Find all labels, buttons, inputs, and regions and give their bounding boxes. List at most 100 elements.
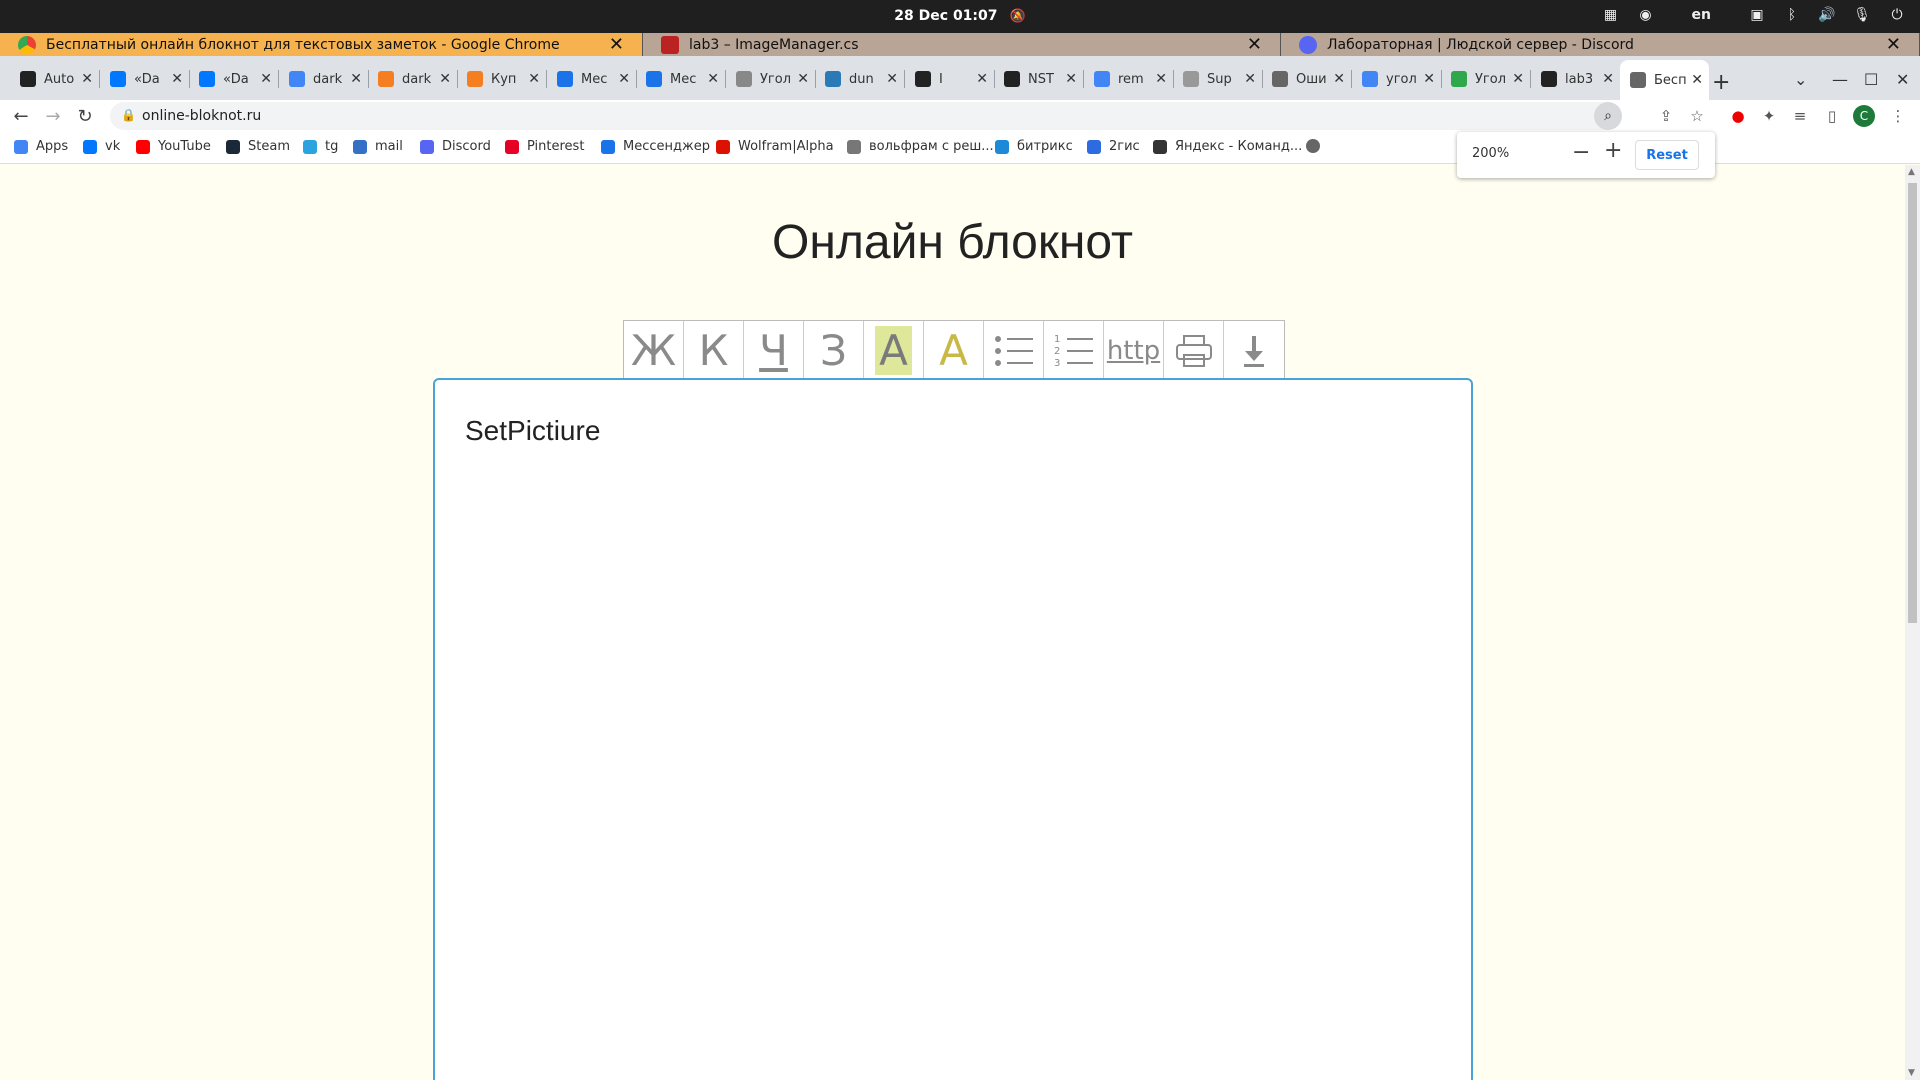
tab-close-icon[interactable]: ✕: [81, 71, 93, 87]
zoom-out-button[interactable]: −: [1572, 140, 1590, 165]
zoom-reset-button[interactable]: Reset: [1635, 140, 1699, 170]
bookmark-tg[interactable]: tg: [303, 139, 338, 154]
bold-button[interactable]: Ж: [624, 321, 684, 380]
bookmark-2гис[interactable]: 2гис: [1087, 139, 1140, 154]
tab-16[interactable]: Угол ✕: [1441, 66, 1531, 92]
tab-7[interactable]: Мес ✕: [636, 66, 726, 92]
bookmark-vk[interactable]: vk: [83, 139, 120, 154]
link-button[interactable]: http: [1104, 321, 1164, 380]
zoom-in-button[interactable]: +: [1604, 138, 1622, 163]
tab-close-icon[interactable]: ✕: [707, 71, 719, 87]
tab-close-icon[interactable]: ✕: [171, 71, 183, 87]
tab-close-icon[interactable]: ✕: [976, 71, 988, 87]
tab-15[interactable]: угол ✕: [1352, 66, 1442, 92]
new-tab-button[interactable]: +: [1712, 70, 1730, 95]
bookmark-mail[interactable]: mail: [353, 139, 403, 154]
strikethrough-button[interactable]: З: [804, 321, 864, 380]
avatar[interactable]: C: [1852, 104, 1876, 128]
bookmark-discord[interactable]: Discord: [420, 139, 491, 154]
editor-text[interactable]: SetPictiure: [465, 415, 600, 447]
calendar-icon[interactable]: ▣: [1748, 6, 1766, 24]
scroll-down-icon[interactable]: ▼: [1908, 1068, 1915, 1078]
opera-extension-icon[interactable]: ●: [1726, 104, 1750, 128]
bookmark-вольфрам-с-реш-[interactable]: вольфрам с реш...: [847, 139, 994, 154]
tab-close-icon[interactable]: ✕: [1602, 71, 1614, 87]
microphone-icon[interactable]: 🎙: [1853, 6, 1871, 24]
bluetooth-icon[interactable]: ᛒ: [1783, 6, 1801, 24]
print-button[interactable]: [1164, 321, 1224, 380]
tab-13[interactable]: Sup ✕: [1173, 66, 1263, 92]
tab-8[interactable]: Угол ✕: [726, 66, 816, 92]
bookmark-pinterest[interactable]: Pinterest: [505, 139, 584, 154]
numbered-list-button[interactable]: 123: [1044, 321, 1104, 380]
forward-icon[interactable]: →: [41, 104, 65, 128]
scroll-thumb[interactable]: [1908, 183, 1917, 623]
tab-10[interactable]: I ✕: [905, 66, 995, 92]
reload-icon[interactable]: ↻: [73, 104, 97, 128]
tab-close-icon[interactable]: ✕: [1244, 71, 1256, 87]
window-close-icon[interactable]: ✕: [1896, 70, 1909, 89]
tab-close-icon[interactable]: ✕: [1423, 71, 1435, 87]
tab-11[interactable]: NST ✕: [994, 66, 1084, 92]
address-bar[interactable]: 🔒 online-bloknot.ru ⌕: [110, 102, 1622, 130]
tab-9[interactable]: dun ✕: [815, 66, 905, 92]
bookmark-steam[interactable]: Steam: [226, 139, 290, 154]
bookmark-битрикс[interactable]: битрикс: [995, 139, 1073, 154]
share-icon[interactable]: ⇪: [1654, 104, 1678, 128]
tab-1[interactable]: «Da ✕: [100, 66, 190, 92]
extensions-icon[interactable]: ✦: [1757, 104, 1781, 128]
window-chrome[interactable]: Бесплатный онлайн блокнот для текстовых …: [0, 33, 643, 56]
layout-icon[interactable]: ▦: [1602, 6, 1620, 24]
url-text[interactable]: online-bloknot.ru: [142, 108, 261, 124]
scroll-up-icon[interactable]: ▲: [1908, 167, 1915, 177]
tab-close-icon[interactable]: ✕: [1333, 71, 1345, 87]
tab-14[interactable]: Оши ✕: [1262, 66, 1352, 92]
tab-close-icon[interactable]: ✕: [886, 71, 898, 87]
bookmark-youtube[interactable]: YouTube: [136, 139, 211, 154]
media-queue-icon[interactable]: ≡: [1788, 104, 1812, 128]
zoom-icon[interactable]: ⌕: [1594, 102, 1622, 130]
bullet-list-button[interactable]: [984, 321, 1044, 380]
keyboard-layout[interactable]: en: [1692, 6, 1711, 24]
tab-0[interactable]: Auto ✕: [10, 66, 100, 92]
window-rider[interactable]: lab3 – ImageManager.cs ✕: [643, 33, 1281, 56]
volume-icon[interactable]: 🔊: [1818, 6, 1836, 24]
page-scrollbar[interactable]: ▲ ▼: [1905, 165, 1920, 1080]
highlight-button[interactable]: A: [864, 321, 924, 380]
bookmark-яндекс-команд-[interactable]: Яндекс - Команд...: [1153, 139, 1302, 154]
close-icon[interactable]: ✕: [1886, 34, 1901, 55]
bookmark-star-icon[interactable]: ☆: [1685, 104, 1709, 128]
lock-icon[interactable]: 🔒: [121, 108, 136, 122]
tab-17[interactable]: lab3 ✕: [1531, 66, 1620, 92]
tab-close-icon[interactable]: ✕: [797, 71, 809, 87]
tab-close-icon[interactable]: ✕: [439, 71, 451, 87]
tab-close-icon[interactable]: ✕: [1512, 71, 1524, 87]
minimize-icon[interactable]: —: [1832, 70, 1848, 89]
bookmark-globe[interactable]: [1306, 139, 1328, 153]
side-panel-icon[interactable]: ▯: [1820, 104, 1844, 128]
bookmark-wolfram-alpha[interactable]: Wolfram|Alpha: [716, 139, 834, 154]
maximize-icon[interactable]: ☐: [1864, 70, 1878, 89]
italic-button[interactable]: К: [684, 321, 744, 380]
tab-close-icon[interactable]: ✕: [260, 71, 272, 87]
close-icon[interactable]: ✕: [609, 34, 624, 55]
tab-close-icon[interactable]: ✕: [1065, 71, 1077, 87]
tab-3[interactable]: dark ✕: [279, 66, 369, 92]
back-icon[interactable]: ←: [9, 104, 33, 128]
tab-5[interactable]: Куп ✕: [457, 66, 547, 92]
bookmark-мессенджер[interactable]: Мессенджер: [601, 139, 710, 154]
discord-tray-icon[interactable]: ◉: [1637, 6, 1655, 24]
underline-button[interactable]: Ч: [744, 321, 804, 380]
tab-close-icon[interactable]: ✕: [350, 71, 362, 87]
tab-search-icon[interactable]: ⌄: [1794, 70, 1807, 89]
text-editor[interactable]: SetPictiure: [433, 378, 1473, 1080]
download-button[interactable]: [1224, 321, 1284, 380]
tab-18[interactable]: Бесп ✕: [1620, 60, 1709, 100]
tab-close-icon[interactable]: ✕: [1691, 72, 1703, 88]
tab-4[interactable]: dark ✕: [368, 66, 458, 92]
menu-icon[interactable]: ⋮: [1886, 104, 1910, 128]
tab-2[interactable]: «Da ✕: [189, 66, 279, 92]
window-discord[interactable]: Лабораторная | Людской сервер - Discord …: [1281, 33, 1920, 56]
bookmark-apps[interactable]: Apps: [14, 139, 68, 154]
tab-12[interactable]: rem ✕: [1084, 66, 1174, 92]
